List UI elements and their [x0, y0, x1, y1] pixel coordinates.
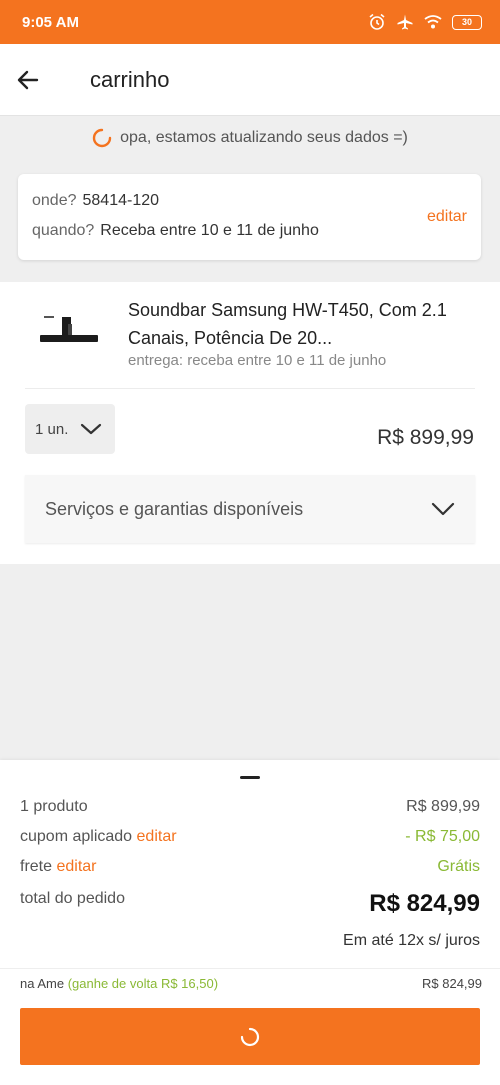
- edit-delivery-link[interactable]: editar: [427, 208, 467, 226]
- chevron-down-icon: [431, 502, 455, 516]
- status-bar: 9:05 AM 30: [0, 0, 500, 44]
- updating-notice-text: opa, estamos atualizando seus dados =): [120, 129, 408, 146]
- summary-products-row: 1 produto R$ 899,99: [20, 798, 480, 816]
- edit-coupon-link[interactable]: editar: [137, 828, 177, 845]
- services-dropdown[interactable]: Serviços e garantias disponíveis: [25, 475, 475, 543]
- shipping-label: frete: [20, 858, 53, 875]
- coupon-label-wrap: cupom aplicado editar: [20, 828, 177, 846]
- checkout-button[interactable]: [20, 1008, 480, 1065]
- product-thumbnail[interactable]: [38, 308, 102, 348]
- ame-value: R$ 824,99: [422, 976, 482, 991]
- back-button[interactable]: [0, 44, 58, 116]
- item-price: R$ 899,99: [377, 426, 474, 449]
- zip-code: 58414-120: [82, 192, 160, 209]
- back-arrow-icon: [17, 70, 39, 89]
- delivery-when-row: quando? Receba entre 10 e 11 de junho: [32, 222, 467, 252]
- battery-icon: 30: [452, 14, 482, 30]
- product-name[interactable]: Soundbar Samsung HW-T450, Com 2.1 Canais…: [128, 296, 468, 352]
- divider: [25, 388, 475, 389]
- total-label: total do pedido: [20, 890, 125, 907]
- services-label: Serviços e garantias disponíveis: [45, 498, 304, 519]
- summary-total-row: total do pedido R$ 824,99: [20, 890, 480, 918]
- status-icons: 30: [368, 13, 482, 31]
- where-label: onde?: [32, 192, 77, 209]
- chevron-down-icon: [81, 423, 102, 435]
- battery-level: 30: [461, 17, 472, 27]
- quantity-select[interactable]: 1 un.: [25, 404, 115, 454]
- when-label: quando?: [32, 222, 95, 239]
- delivery-window: Receba entre 10 e 11 de junho: [100, 222, 319, 239]
- ame-label-wrap: na Ame (ganhe de volta R$ 16,50): [20, 976, 218, 991]
- page-title: carrinho: [90, 66, 170, 92]
- wifi-icon: [424, 15, 442, 29]
- ame-cashback: (ganhe de volta R$ 16,50): [67, 976, 219, 991]
- updating-notice: opa, estamos atualizando seus dados =): [0, 118, 500, 158]
- shipping-label-wrap: frete editar: [20, 858, 97, 876]
- cart-item: Soundbar Samsung HW-T450, Com 2.1 Canais…: [0, 282, 500, 564]
- drag-handle[interactable]: [240, 776, 260, 779]
- quantity-value: 1 un.: [35, 420, 69, 438]
- status-time: 9:05 AM: [22, 13, 79, 31]
- app-header: carrinho: [0, 44, 500, 116]
- item-delivery-estimate: entrega: receba entre 10 e 11 de junho: [128, 352, 387, 369]
- order-summary: 1 produto R$ 899,99 cupom aplicado edita…: [0, 760, 500, 1085]
- products-count: 1 produto: [20, 798, 88, 815]
- products-subtotal: R$ 899,99: [406, 798, 480, 815]
- divider: [0, 968, 500, 969]
- coupon-discount: - R$ 75,00: [405, 828, 480, 845]
- delivery-where-row: onde? 58414-120: [32, 192, 467, 222]
- coupon-label: cupom aplicado: [20, 828, 133, 845]
- edit-shipping-link[interactable]: editar: [56, 858, 96, 875]
- summary-shipping-row: frete editar Grátis: [20, 858, 480, 876]
- summary-coupon-row: cupom aplicado editar - R$ 75,00: [20, 828, 480, 846]
- total-value: R$ 824,99: [369, 890, 480, 917]
- loading-spinner-icon: [92, 128, 112, 148]
- ame-payment-row: na Ame (ganhe de volta R$ 16,50) R$ 824,…: [20, 976, 482, 991]
- alarm-icon: [369, 13, 385, 30]
- shipping-value: Grátis: [437, 858, 480, 875]
- installments-info: Em até 12x s/ juros: [343, 932, 480, 949]
- ame-label: na Ame: [20, 976, 65, 991]
- loading-spinner-icon: [240, 1027, 260, 1046]
- airplane-icon: [397, 14, 413, 30]
- delivery-card: onde? 58414-120 quando? Receba entre 10 …: [18, 174, 481, 260]
